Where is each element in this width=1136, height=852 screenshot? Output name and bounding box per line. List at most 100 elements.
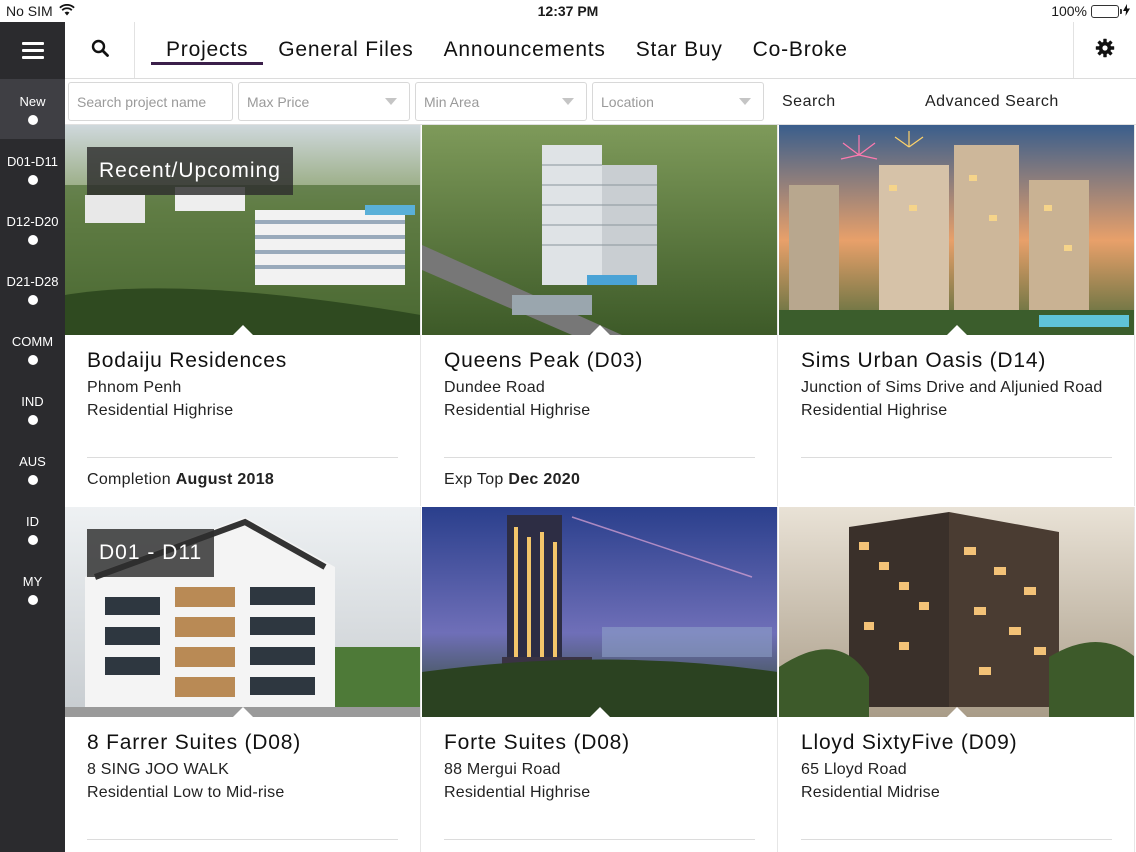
project-location: Dundee Road bbox=[444, 379, 545, 396]
card-divider bbox=[801, 839, 1112, 840]
status-label: Completion bbox=[87, 471, 171, 488]
section-badge: D01 - D11 bbox=[87, 529, 215, 577]
project-title: Sims Urban Oasis (D14) bbox=[801, 349, 1047, 372]
search-project-field[interactable] bbox=[68, 82, 233, 121]
card-divider bbox=[801, 457, 1112, 458]
advanced-search-button[interactable]: Advanced Search bbox=[925, 79, 1059, 125]
sidebar-item-label: IND bbox=[21, 393, 44, 409]
sidebar-dot-icon bbox=[27, 594, 38, 605]
project-title: Lloyd SixtyFive (D09) bbox=[801, 731, 1018, 754]
clock: 12:37 PM bbox=[537, 3, 599, 19]
sidebar-item-label: D01-D11 bbox=[6, 153, 59, 169]
sidebar-item-id[interactable]: ID bbox=[0, 499, 65, 559]
sidebar-dot-icon bbox=[27, 294, 38, 305]
tab-star-buy[interactable]: Star Buy bbox=[621, 22, 738, 78]
battery-percent: 100% bbox=[1051, 3, 1087, 19]
project-image bbox=[422, 125, 777, 335]
image-notch bbox=[232, 325, 254, 336]
project-title: Queens Peak (D03) bbox=[444, 349, 644, 372]
project-card[interactable]: Queens Peak (D03) Dundee Road Residential … bbox=[422, 125, 778, 506]
sidebar-dot-icon bbox=[27, 354, 38, 365]
project-location: 65 Lloyd Road bbox=[801, 761, 907, 778]
project-card[interactable]: Sims Urban Oasis (D14) Junction of Sims D… bbox=[779, 125, 1135, 506]
min-area-label: Min Area bbox=[424, 93, 480, 110]
sidebar-item-my[interactable]: MY bbox=[0, 559, 65, 619]
status-right: 100% bbox=[1051, 3, 1130, 19]
status-label: Exp Top bbox=[444, 471, 504, 488]
project-image bbox=[779, 125, 1134, 335]
nav-search-button[interactable] bbox=[65, 22, 135, 78]
project-type: Residential Highrise bbox=[444, 402, 591, 419]
project-location: Phnom Penh bbox=[87, 379, 182, 396]
project-location: 8 SING JOO WALK bbox=[87, 761, 229, 778]
project-type: Residential Highrise bbox=[801, 402, 948, 419]
image-notch bbox=[232, 707, 254, 718]
project-location: Junction of Sims Drive and Aljunied Road bbox=[801, 379, 1103, 396]
tab-general-files[interactable]: General Files bbox=[263, 22, 428, 78]
sidebar-item-label: MY bbox=[22, 573, 43, 589]
project-image bbox=[422, 507, 777, 717]
section-badge: Recent/Upcoming bbox=[87, 147, 293, 195]
status-value: August 2018 bbox=[175, 471, 275, 488]
card-divider bbox=[87, 457, 398, 458]
top-nav: Projects General Files Announcements Star B… bbox=[65, 22, 1136, 79]
status-value: Dec 2020 bbox=[508, 471, 581, 488]
search-button[interactable]: Search bbox=[782, 79, 836, 125]
sidebar-item-d01-d11[interactable]: D01-D11 bbox=[0, 139, 65, 199]
search-icon bbox=[91, 39, 109, 62]
tab-projects[interactable]: Projects bbox=[151, 22, 264, 78]
status-bar: No SIM 12:37 PM 100% bbox=[0, 0, 1136, 24]
max-price-label: Max Price bbox=[247, 93, 310, 110]
location-select[interactable]: Location bbox=[592, 82, 764, 121]
gear-icon bbox=[1095, 38, 1115, 63]
sidebar-dot-icon bbox=[27, 114, 38, 125]
sidebar: New D01-D11 D12-D20 D21-D28 COMM IND AUS ID MY bbox=[0, 22, 65, 852]
project-type: Residential Midrise bbox=[801, 784, 940, 801]
sidebar-item-label: D12-D20 bbox=[6, 213, 59, 229]
sidebar-item-aus[interactable]: AUS bbox=[0, 439, 65, 499]
search-project-input[interactable] bbox=[77, 93, 232, 110]
battery-icon bbox=[1091, 4, 1122, 18]
min-area-select[interactable]: Min Area bbox=[415, 82, 587, 121]
sidebar-list: New D01-D11 D12-D20 D21-D28 COMM IND AUS ID MY bbox=[0, 79, 65, 619]
project-card[interactable]: Recent/Upcoming Bodaiju Residences Phnom P… bbox=[65, 125, 421, 506]
settings-button[interactable] bbox=[1073, 22, 1136, 78]
project-title: Bodaiju Residences bbox=[87, 349, 288, 372]
project-card[interactable]: D01 - D11 8 Farrer Suites (D08) 8 SING JOO… bbox=[65, 507, 421, 852]
max-price-select[interactable]: Max Price bbox=[238, 82, 410, 121]
sidebar-dot-icon bbox=[27, 534, 38, 545]
dropdown-caret-icon bbox=[739, 98, 751, 105]
location-label: Location bbox=[601, 93, 654, 110]
project-image bbox=[779, 507, 1134, 717]
sidebar-item-d21-d28[interactable]: D21-D28 bbox=[0, 259, 65, 319]
charging-icon bbox=[1123, 3, 1130, 19]
sidebar-dot-icon bbox=[27, 174, 38, 185]
sidebar-item-label: ID bbox=[26, 513, 39, 529]
card-divider bbox=[444, 457, 755, 458]
sidebar-dot-icon bbox=[27, 414, 38, 425]
sidebar-item-label: New bbox=[19, 93, 46, 109]
project-title: 8 Farrer Suites (D08) bbox=[87, 731, 302, 754]
tab-announcements[interactable]: Announcements bbox=[429, 22, 621, 78]
sidebar-item-comm[interactable]: COMM bbox=[0, 319, 65, 379]
hamburger-icon bbox=[21, 38, 44, 63]
image-notch bbox=[946, 325, 968, 336]
sidebar-item-label: AUS bbox=[19, 453, 46, 469]
tab-co-broke[interactable]: Co-Broke bbox=[738, 22, 863, 78]
menu-button[interactable] bbox=[0, 22, 65, 79]
sidebar-dot-icon bbox=[27, 474, 38, 485]
project-grid: Recent/Upcoming Bodaiju Residences Phnom P… bbox=[65, 125, 1136, 852]
project-card[interactable]: Lloyd SixtyFive (D09) 65 Lloyd Road Reside… bbox=[779, 507, 1135, 852]
sidebar-item-new[interactable]: New bbox=[0, 79, 65, 139]
project-type: Residential Low to Mid-rise bbox=[87, 784, 285, 801]
sidebar-dot-icon bbox=[27, 234, 38, 245]
project-status: Completion August 2018 bbox=[87, 471, 274, 489]
image-notch bbox=[589, 707, 611, 718]
dropdown-caret-icon bbox=[562, 98, 574, 105]
image-notch bbox=[946, 707, 968, 718]
project-location: 88 Mergui Road bbox=[444, 761, 561, 778]
project-card[interactable]: Forte Suites (D08) 88 Mergui Road Resident… bbox=[422, 507, 778, 852]
sidebar-item-label: COMM bbox=[11, 333, 54, 349]
sidebar-item-ind[interactable]: IND bbox=[0, 379, 65, 439]
sidebar-item-d12-d20[interactable]: D12-D20 bbox=[0, 199, 65, 259]
